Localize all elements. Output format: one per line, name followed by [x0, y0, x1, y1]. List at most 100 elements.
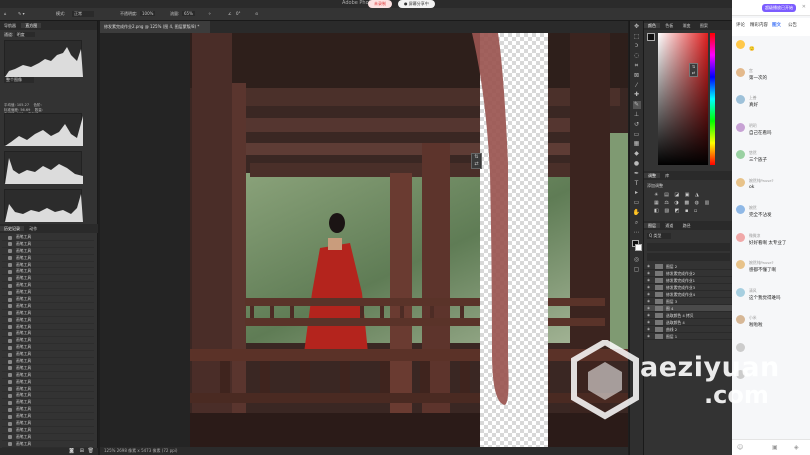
quick-select-icon[interactable]: ◌ — [633, 52, 641, 60]
crop-tool-icon[interactable]: ⌗ — [633, 62, 641, 70]
avatar[interactable] — [736, 40, 745, 49]
avatar[interactable] — [736, 260, 745, 269]
lasso-tool-icon[interactable]: ↄ — [633, 42, 641, 50]
frame-tool-icon[interactable]: ⊠ — [633, 72, 641, 80]
avatar[interactable] — [736, 150, 745, 159]
color-field[interactable] — [658, 33, 708, 165]
avatar[interactable] — [736, 232, 745, 242]
canvas-area[interactable]: ⇅ ⇄ — [100, 33, 628, 447]
history-brush-icon[interactable]: ↺ — [633, 121, 641, 129]
emoji-icon[interactable]: ☺ — [737, 444, 743, 451]
gradient-tool-icon[interactable]: ▦ — [633, 140, 641, 148]
history-item[interactable]: 画笔工具 — [2, 234, 94, 241]
history-item[interactable]: 画笔工具 — [2, 303, 94, 310]
tab-highlights[interactable]: 精彩内容 — [750, 22, 768, 28]
stamp-tool-icon[interactable]: ⊥ — [633, 111, 641, 119]
tab-libraries[interactable]: 库 — [661, 173, 673, 178]
history-item[interactable]: 画笔工具 — [2, 344, 94, 352]
path-select-icon[interactable]: ▸ — [633, 189, 641, 197]
tab-layers[interactable]: 图层 — [644, 223, 660, 228]
tab-gradients[interactable]: 渐变 — [679, 23, 695, 28]
angle-icon[interactable]: ∠ — [228, 11, 232, 16]
layer-row[interactable]: 选取颜色 4 — [644, 319, 733, 326]
layer-row[interactable]: 图 4 — [644, 305, 733, 312]
lock-fill-row[interactable] — [647, 253, 730, 261]
pressure-icon[interactable]: ⊙ — [255, 11, 258, 16]
eyedropper-icon[interactable]: ⁄ — [633, 82, 641, 90]
tab-graphic[interactable]: 图文 — [772, 22, 781, 28]
history-item[interactable]: 画笔工具 — [2, 262, 94, 269]
history-item[interactable]: 画笔工具 — [2, 441, 94, 448]
history-item[interactable]: 画笔工具 — [2, 268, 94, 276]
transform-icon[interactable]: ⇅ ⇄ — [471, 153, 482, 169]
source-select[interactable]: 整个图像 — [4, 77, 34, 83]
history-item[interactable]: 画笔工具 — [2, 255, 94, 262]
brush-preset-icon[interactable]: ✎ ▾ — [18, 11, 25, 16]
history-item[interactable]: 画笔工具 — [2, 406, 94, 414]
hue-slider[interactable] — [710, 33, 715, 165]
new-snapshot-icon[interactable]: ⊞ — [80, 448, 84, 454]
history-item[interactable]: 画笔工具 — [2, 379, 94, 386]
tab-swatches[interactable]: 色板 — [661, 23, 677, 28]
chat-input-bar[interactable]: ☺ ▣ ◈ — [732, 439, 810, 455]
avatar[interactable] — [736, 287, 745, 297]
layer-row[interactable]: 修发素完成作业2 — [644, 270, 733, 277]
layer-row[interactable]: 图层 3 — [644, 298, 733, 305]
history-item[interactable]: 画笔工具 — [2, 399, 94, 407]
move-tool-icon[interactable]: ✥ — [633, 23, 641, 31]
history-item[interactable]: 画笔工具 — [2, 275, 94, 283]
hand-tool-icon[interactable]: ✋ — [633, 209, 641, 217]
tab-notice[interactable]: 公告 — [788, 22, 797, 28]
layer-row[interactable]: 曲线 2 — [644, 326, 733, 333]
history-item[interactable]: 画笔工具 — [2, 413, 94, 421]
tab-navigator[interactable]: 导航器 — [0, 23, 20, 28]
avatar[interactable] — [736, 342, 745, 352]
history-item[interactable]: 画笔工具 — [2, 289, 94, 297]
history-item[interactable]: 画笔工具 — [2, 324, 94, 331]
layer-row[interactable]: 修发素完成作业4 — [644, 291, 733, 298]
history-item[interactable]: 画笔工具 — [2, 296, 94, 303]
home-icon[interactable]: ⌂ — [4, 11, 7, 16]
history-item[interactable]: 画笔工具 — [2, 434, 94, 441]
avatar[interactable] — [736, 67, 745, 77]
history-item[interactable]: 画笔工具 — [2, 241, 94, 248]
shape-tool-icon[interactable]: ▭ — [633, 199, 641, 207]
history-item[interactable]: 画笔工具 — [2, 420, 94, 427]
history-item[interactable]: 画笔工具 — [2, 365, 94, 372]
layer-row[interactable]: 图层 2 — [644, 263, 733, 270]
opacity-input[interactable]: 100% — [140, 11, 156, 16]
history-item[interactable]: 画笔工具 — [2, 351, 94, 359]
pen-tool-icon[interactable]: ✒ — [633, 170, 641, 178]
history-item[interactable]: 画笔工具 — [2, 337, 94, 345]
color-swatches[interactable] — [630, 238, 643, 254]
tab-color[interactable]: 颜色 — [644, 23, 660, 28]
history-item[interactable]: 画笔工具 — [2, 248, 94, 255]
history-item[interactable]: 画笔工具 — [2, 358, 94, 365]
layer-row[interactable]: 修发素完成作业3 — [644, 284, 733, 291]
zoom-tool-icon[interactable]: ⌕ — [633, 219, 641, 227]
type-tool-icon[interactable]: T — [633, 180, 641, 188]
quick-mask-icon[interactable]: ◎ — [633, 256, 641, 264]
more-tools-icon[interactable]: ⋯ — [633, 229, 641, 237]
tab-channels[interactable]: 通道 — [661, 223, 677, 228]
history-item[interactable]: 画笔工具 — [2, 282, 94, 290]
tab-comments[interactable]: 评论 — [736, 22, 745, 28]
tab-histogram[interactable]: 直方图 — [21, 23, 42, 28]
avatar[interactable] — [736, 95, 745, 104]
smoothing-value[interactable]: 0° — [236, 11, 241, 16]
adjustment-icons[interactable]: ☀ ▤ ◪ ▣ ◮ ▦ ⚖ ◑ ▩ ◍ ▥ ◧ ▨ ◩ ▪ ▫ — [654, 191, 724, 215]
avatar[interactable] — [736, 205, 745, 214]
history-item[interactable]: 画笔工具 — [2, 330, 94, 338]
avatar[interactable] — [736, 122, 745, 132]
screen-mode-icon[interactable]: ▢ — [633, 266, 641, 274]
background-color[interactable] — [635, 244, 642, 252]
history-item[interactable]: 画笔工具 — [2, 386, 94, 393]
tab-history[interactable]: 历史记录 — [0, 226, 24, 231]
history-item[interactable]: 画笔工具 — [2, 372, 94, 379]
layer-row[interactable]: 修发素完成作业1 — [644, 277, 733, 284]
camera-icon[interactable]: ◙ — [69, 448, 74, 454]
history-item[interactable]: 画笔工具 — [2, 310, 94, 317]
tab-adjustments[interactable]: 调整 — [644, 173, 660, 178]
eraser-tool-icon[interactable]: ▭ — [633, 131, 641, 139]
trash-icon[interactable]: 🗑 — [88, 448, 94, 454]
